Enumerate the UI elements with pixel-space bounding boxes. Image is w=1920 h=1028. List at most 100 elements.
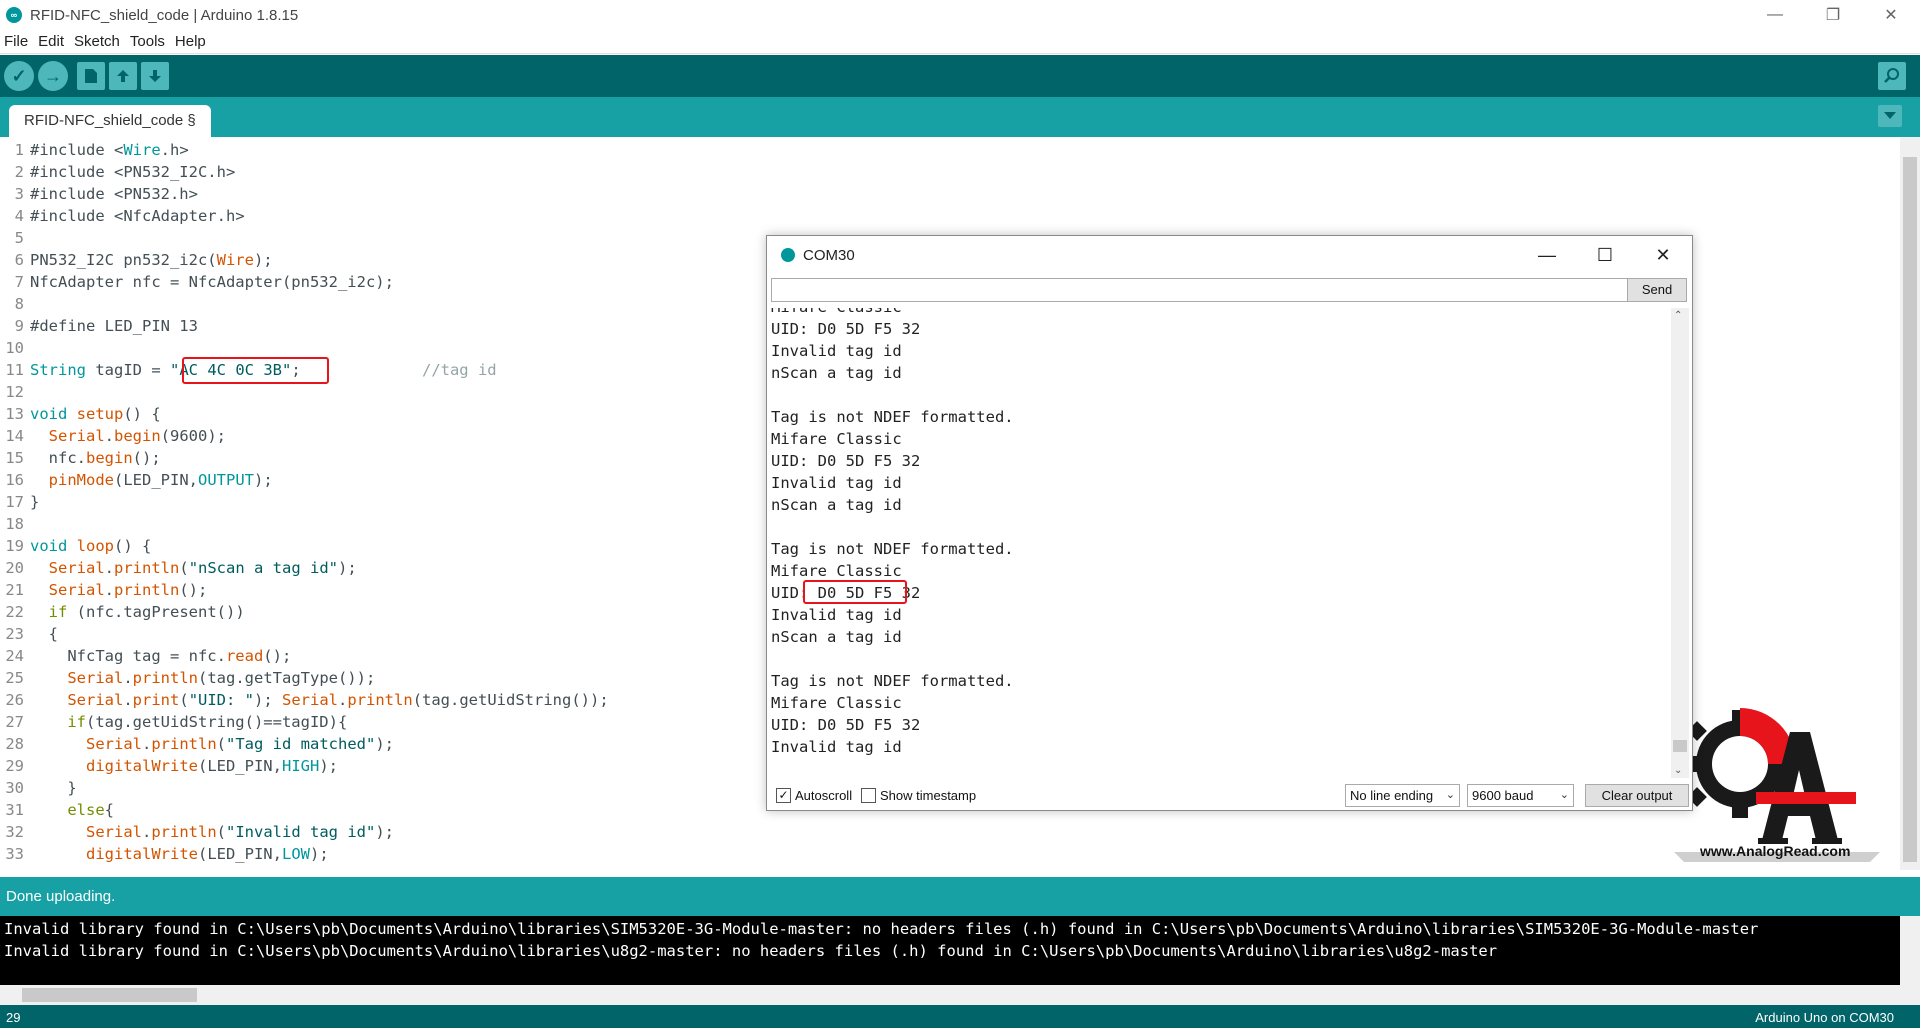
serial-close-button[interactable]: ✕ — [1634, 236, 1692, 274]
maximize-icon: ☐ — [1596, 244, 1614, 265]
code-line[interactable]: 25 Serial.println(tag.getTagType()); — [0, 667, 375, 689]
new-file-icon — [85, 69, 97, 83]
save-button[interactable] — [141, 62, 169, 90]
code-line[interactable]: 32 Serial.println("Invalid tag id"); — [0, 821, 394, 843]
console-scrollbar[interactable] — [1900, 916, 1920, 1005]
code-line[interactable]: 1 #include <Wire.h> — [0, 139, 189, 161]
line-number: 29 — [5, 757, 24, 775]
analogread-logo-icon — [1674, 708, 1880, 862]
line-number: 8 — [14, 295, 24, 313]
serial-window-controls: — ☐ ✕ — [1518, 236, 1692, 274]
serial-maximize-button[interactable]: ☐ — [1576, 236, 1634, 274]
autoscroll-checkbox[interactable]: ✓ — [776, 788, 791, 803]
code-line[interactable]: 17} — [0, 491, 39, 513]
code-line[interactable]: 18 — [0, 513, 30, 535]
tab-menu-button[interactable] — [1878, 105, 1902, 127]
editor-scrollbar[interactable] — [1900, 137, 1920, 870]
line-number: 5 — [14, 229, 24, 247]
status-strip: Done uploading. — [0, 877, 1920, 916]
code-line[interactable]: 6 PN532_I2C pn532_i2c(Wire); — [0, 249, 273, 271]
code-line[interactable]: 26 Serial.print("UID: "); Serial.println… — [0, 689, 608, 711]
code-text: Serial.println(tag.getTagType()); — [67, 669, 376, 687]
code-text: nfc.begin(); — [30, 449, 161, 467]
serial-minimize-button[interactable]: — — [1518, 236, 1576, 274]
code-line[interactable]: 13 void setup() { — [0, 403, 161, 425]
code-line[interactable]: 15 nfc.begin(); — [0, 447, 161, 469]
code-text: Serial.begin(9600); — [48, 427, 227, 445]
scrollbar-thumb[interactable] — [1903, 157, 1917, 862]
code-line[interactable]: 7 NfcAdapter nfc = NfcAdapter(pn532_i2c); — [0, 271, 394, 293]
code-line[interactable]: 28 Serial.println("Tag id matched"); — [0, 733, 394, 755]
serial-output-line: UID: D0 5D F5 32 — [771, 716, 921, 734]
code-line[interactable]: 12 — [0, 381, 30, 403]
code-line[interactable]: 9 #define LED_PIN 13 — [0, 315, 198, 337]
menu-file[interactable]: File — [4, 33, 28, 50]
verify-button[interactable]: ✓ — [4, 61, 34, 91]
tab-sketch[interactable]: RFID-NFC_shield_code § — [9, 105, 211, 137]
window-title: RFID-NFC_shield_code | Arduino 1.8.15 — [30, 6, 299, 24]
line-number: 20 — [5, 559, 24, 577]
code-line[interactable]: 33 digitalWrite(LED_PIN,LOW); — [0, 843, 328, 865]
code-line[interactable]: 8 — [0, 293, 30, 315]
code-line[interactable]: 27 if(tag.getUidString()==tagID){ — [0, 711, 347, 733]
minimize-button[interactable]: — — [1746, 0, 1804, 30]
serial-scroll-thumb[interactable] — [1673, 740, 1687, 752]
code-line[interactable]: 2 #include <PN532_I2C.h> — [0, 161, 236, 183]
serial-monitor-window: COM30 — ☐ ✕ Send Mifare Classic UID: D0 5… — [766, 235, 1693, 811]
menu-edit[interactable]: Edit — [38, 33, 64, 50]
open-button[interactable] — [109, 62, 137, 90]
baud-value: 9600 baud — [1472, 788, 1534, 803]
serial-output-line: Mifare Classic — [771, 694, 902, 712]
code-line[interactable]: 5 — [0, 227, 30, 249]
scroll-down-icon[interactable]: ⌄ — [1674, 765, 1682, 776]
line-ending-select[interactable]: No line ending ⌄ — [1345, 784, 1460, 807]
code-text: } — [30, 493, 40, 511]
code-line[interactable]: 20 Serial.println("nScan a tag id"); — [0, 557, 356, 579]
serial-send-input[interactable] — [771, 278, 1628, 302]
menu-tools[interactable]: Tools — [130, 33, 165, 50]
code-line[interactable]: 16 pinMode(LED_PIN,OUTPUT); — [0, 469, 272, 491]
code-text: Serial.println("Tag id matched"); — [86, 735, 394, 753]
send-button[interactable]: Send — [1627, 278, 1687, 302]
chevron-down-icon: ⌄ — [1445, 789, 1455, 801]
timestamp-checkbox[interactable] — [861, 788, 876, 803]
code-text: Serial.println(); — [48, 581, 208, 599]
clear-output-button[interactable]: Clear output — [1585, 784, 1689, 807]
restore-button[interactable]: ❐ — [1804, 0, 1862, 30]
code-line[interactable]: 14 Serial.begin(9600); — [0, 425, 226, 447]
serial-scrollbar[interactable]: ⌃ ⌄ — [1671, 308, 1689, 778]
code-line[interactable]: 24 NfcTag tag = nfc.read(); — [0, 645, 291, 667]
code-line[interactable]: 10 — [0, 337, 30, 359]
baud-select[interactable]: 9600 baud ⌄ — [1467, 784, 1574, 807]
code-line[interactable]: 29 digitalWrite(LED_PIN,HIGH); — [0, 755, 338, 777]
line-number: 29 — [6, 1010, 21, 1025]
line-number: 1 — [14, 141, 24, 159]
code-text: if (nfc.tagPresent()) — [48, 603, 245, 621]
code-line[interactable]: 30 } — [0, 777, 76, 799]
new-sketch-button[interactable] — [77, 62, 105, 90]
line-number: 25 — [5, 669, 24, 687]
code-line[interactable]: 31 else{ — [0, 799, 114, 821]
line-number: 6 — [14, 251, 24, 269]
code-text: #include <NfcAdapter.h> — [30, 207, 245, 225]
code-line[interactable]: 21 Serial.println(); — [0, 579, 207, 601]
line-number: 17 — [5, 493, 24, 511]
check-icon: ✓ — [11, 65, 27, 86]
scroll-up-icon[interactable]: ⌃ — [1674, 310, 1682, 321]
code-text: void setup() { — [30, 405, 161, 423]
code-line[interactable]: 22 if (nfc.tagPresent()) — [0, 601, 245, 623]
menu-sketch[interactable]: Sketch — [74, 33, 120, 50]
serial-output-line: Tag is not NDEF formatted. — [771, 408, 1014, 426]
uid-highlight — [803, 580, 907, 604]
serial-monitor-button[interactable] — [1878, 62, 1906, 90]
menu-help[interactable]: Help — [175, 33, 206, 50]
hscroll-thumb[interactable] — [22, 988, 197, 1002]
code-line[interactable]: 19 void loop() { — [0, 535, 151, 557]
code-line[interactable]: 3 #include <PN532.h> — [0, 183, 198, 205]
code-line[interactable]: 4 #include <NfcAdapter.h> — [0, 205, 245, 227]
close-button[interactable]: ✕ — [1862, 0, 1920, 30]
upload-button[interactable]: → — [38, 61, 68, 91]
console-hscrollbar[interactable] — [0, 985, 1900, 1005]
code-text: #include <Wire.h> — [30, 141, 189, 159]
code-line[interactable]: 23 { — [0, 623, 58, 645]
